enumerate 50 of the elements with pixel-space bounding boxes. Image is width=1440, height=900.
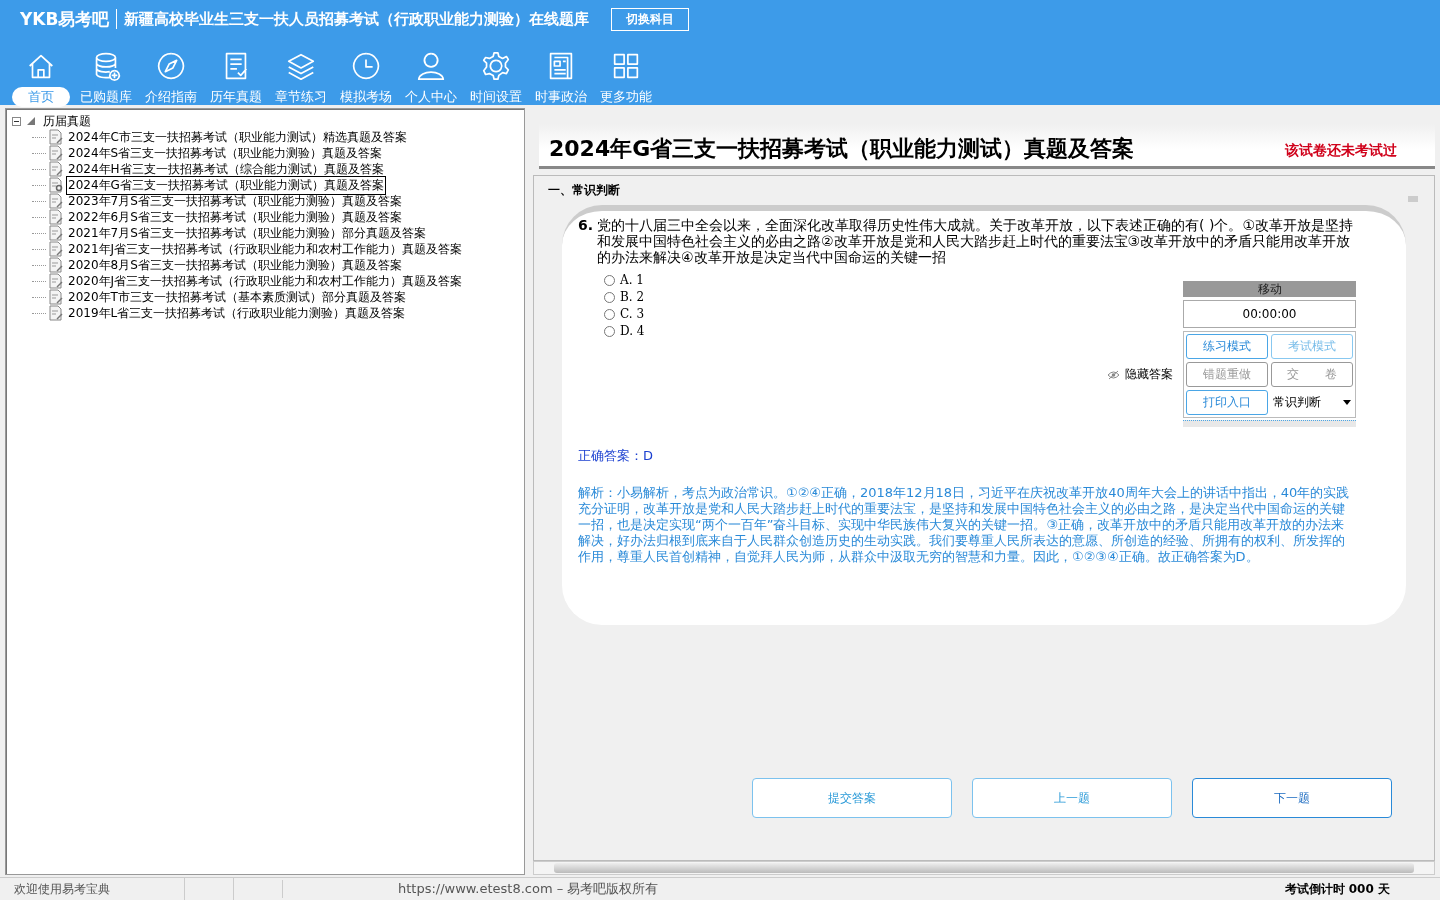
option-label[interactable]: B. 2 [620,290,645,304]
countdown-text: 考试倒计时 000 天 [1284,880,1391,898]
document-icon [48,289,64,305]
radio-button[interactable] [604,308,615,320]
copyright-text: https://www.etest8.com – 易考吧版权所有 [282,880,1285,898]
category-dropdown[interactable]: 常识判断 [1271,390,1353,415]
document-icon [48,241,64,257]
nav-button[interactable]: 下一题 [1192,778,1392,818]
radio-button[interactable] [604,325,615,337]
document-icon [48,193,64,209]
status-text: 欢迎使用易考宝典 [13,880,111,898]
app-logo: YKB易考吧 [20,7,110,31]
exam-status: 该试卷还未考试过 [1285,142,1397,160]
document-icon [48,209,64,225]
hide-answer-toggle[interactable]: 隐藏答案 [1125,366,1173,383]
panel-header[interactable]: 移动 [1183,281,1356,297]
app-title: 新疆高校毕业生三支一扶人员招募考试（行政职业能力测验）在线题库 [124,9,590,29]
nav-button[interactable]: 提交答案 [752,778,952,818]
document-icon [48,145,64,161]
answer-analysis: 解析：小易解析，考点为政治常识。①②④正确，2018年12月18日，习近平在庆祝改革开放40周年大会上的讲话中指出，40年的实践充分证明，改革开放是党和人民大踏步赶上时代的重要法宝，是坚持和发展中国特色社会主义的必由之路，是决定当代中国命运的关键一招，也是决定实现“两个一百年”奋斗目标、实现中华民族伟大复兴的关键一招。③正确，改革开放中的矛盾只能用改革开放的办法来解决，好办法归根到底来自于人民群众创造历史的生动实践。我们要尊重人民所表达的意愿、所创造的经验、所拥有的权利、所发挥的作用，尊重人民首创精神，自觉拜人民为师，从群众中汲取无穷的智慧和力量。因此，①②③④正确。故正确答案为D。 [578,485,1351,565]
radio-button[interactable] [604,291,615,303]
document-icon [48,305,64,321]
scrollbar[interactable] [1408,196,1418,202]
question-number: 6. [578,217,594,235]
section-heading: 一、常识判断 [548,182,621,199]
switch-subject-button[interactable]: 切换科目 [611,7,690,31]
question-text: 党的十八届三中全会以来，全面深化改革取得历史性伟大成就。关于改革开放，以下表述正确的有( )个。①改革开放是坚持和发展中国特色社会主义的必由之路②改革开放是党和人民大踏步赶上时代的重要法宝③改革开放中的矛盾只能用改革开放的办法来解决④改革开放是决定当代中国命运的关键一招 [597,217,1354,265]
document-icon [48,257,64,273]
mode-button[interactable]: 打印入口 [1186,390,1268,415]
option-label[interactable]: C. 3 [620,307,645,321]
toolbar-tab[interactable]: 首页 [11,87,70,107]
triangle-icon [26,116,36,126]
mode-button[interactable]: 练习模式 [1186,334,1268,359]
document-icon [48,161,64,177]
eye-slash-icon[interactable] [1107,369,1120,380]
option-label[interactable]: D. 4 [620,324,645,338]
document-icon [48,177,64,193]
tree-item[interactable]: 2024年G省三支一扶招募考试（职业能力测试）真题及答案 [66,175,386,195]
scrollbar[interactable] [533,861,1435,875]
radio-button[interactable] [604,274,615,286]
nav-button[interactable]: 上一题 [972,778,1172,818]
document-icon [48,225,64,241]
scrollbar[interactable] [1183,420,1356,427]
document-icon [48,129,64,145]
correct-answer: 正确答案：D [578,447,654,465]
option-label[interactable]: A. 1 [620,273,644,287]
document-icon [48,273,64,289]
paper-title: 2024年G省三支一扶招募考试（职业能力测试）真题及答案 [549,135,1135,163]
timer-display: 00:00:00 [1183,300,1356,328]
collapse-toggle[interactable] [12,116,21,126]
